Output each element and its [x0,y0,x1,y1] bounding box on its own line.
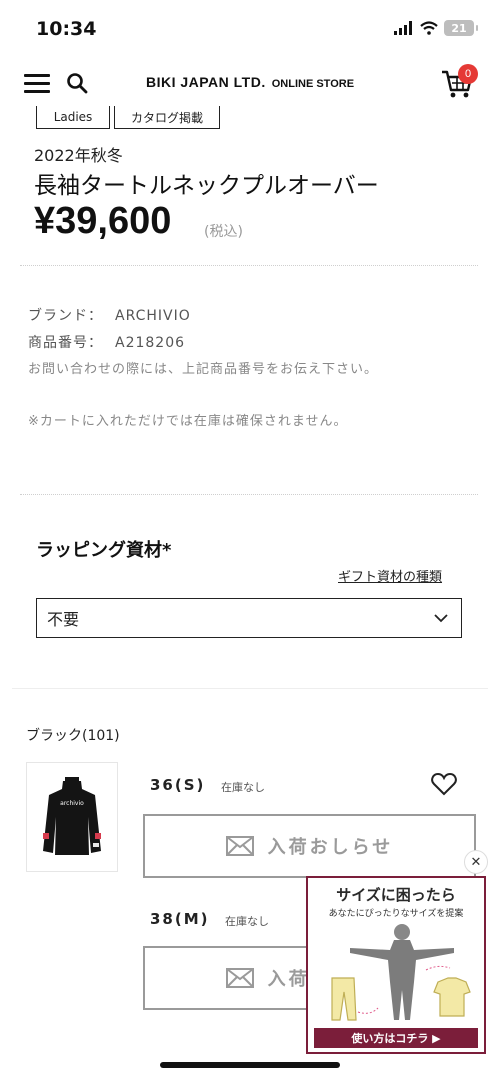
heart-icon[interactable] [431,772,457,796]
banner-cta-button[interactable]: 使い方はコチラ ▶ [314,1028,478,1048]
restock-notify-label: 入荷おしらせ [267,837,394,858]
banner-subtitle: あなたにぴったりなサイズを提案 [328,909,464,919]
divider [20,265,478,266]
size-advice-banner[interactable]: サイズに困ったら あなたにぴったりなサイズを提案 使い方はコチラ ▶ [306,876,486,1054]
wrapping-selected: 不要 [47,610,80,629]
store-name: BIKI JAPAN LTD. [145,74,266,90]
color-name: ブラック(101) [26,728,120,744]
cart-count-badge: 0 [458,64,478,84]
sku-value: A218206 [115,335,186,351]
sku-label: 商品番号： [28,335,103,351]
store-logo[interactable]: BIKI JAPAN LTD. ONLINE STORE [0,74,500,90]
cart-note: ※カートに入れただけでは在庫は確保されません。 [28,414,348,429]
svg-text:archivio: archivio [60,800,84,807]
inquiry-note: お問い合わせの際には、上記商品番号をお伝え下さい。 [28,362,379,377]
home-indicator [160,1062,340,1068]
size-label-36: 36(S) [150,776,206,794]
stock-status-36: 在庫なし [221,781,265,794]
size-illustration [331,924,471,1021]
wrapping-select[interactable]: 不要 [36,598,462,638]
wrapping-title: ラッピング資材* [36,536,171,562]
brand-row: ブランド： ARCHIVIO [28,305,191,325]
product-season: 2022年秋冬 [34,146,123,165]
product-price: ¥39,600 [34,200,172,242]
status-time: 10:34 [36,18,97,40]
chevron-down-icon [434,614,448,623]
banner-title: サイズに困ったら [336,886,456,904]
wifi-icon [420,21,438,35]
sku-row: 商品番号： A218206 [28,332,185,352]
brand-value: ARCHIVIO [115,308,191,324]
signal-icon [394,21,412,35]
wrapping-title-text: ラッピング資材 [36,540,162,561]
product-thumbnail[interactable]: archivio [26,762,118,872]
divider [20,494,478,495]
product-name: 長袖タートルネックプルオーバー [34,173,379,199]
tag-catalog[interactable]: カタログ掲載 [114,106,220,129]
divider [12,688,488,689]
required-mark: * [162,540,172,561]
battery-icon: 21 [444,20,478,36]
stock-status-38: 在庫なし [225,915,269,928]
tax-note: (税込) [204,224,243,240]
store-suffix: ONLINE STORE [271,78,355,90]
mail-icon [225,836,254,856]
status-icons: 21 [394,20,478,36]
brand-label: ブランド： [28,308,103,324]
close-icon[interactable]: ✕ [464,850,488,874]
tag-ladies[interactable]: Ladies [36,106,110,129]
size-label-38: 38(M) [150,910,210,928]
restock-notify-button[interactable]: 入荷おしらせ [143,814,476,878]
mail-icon [225,968,254,988]
gift-materials-link[interactable]: ギフト資材の種類 [338,566,442,585]
